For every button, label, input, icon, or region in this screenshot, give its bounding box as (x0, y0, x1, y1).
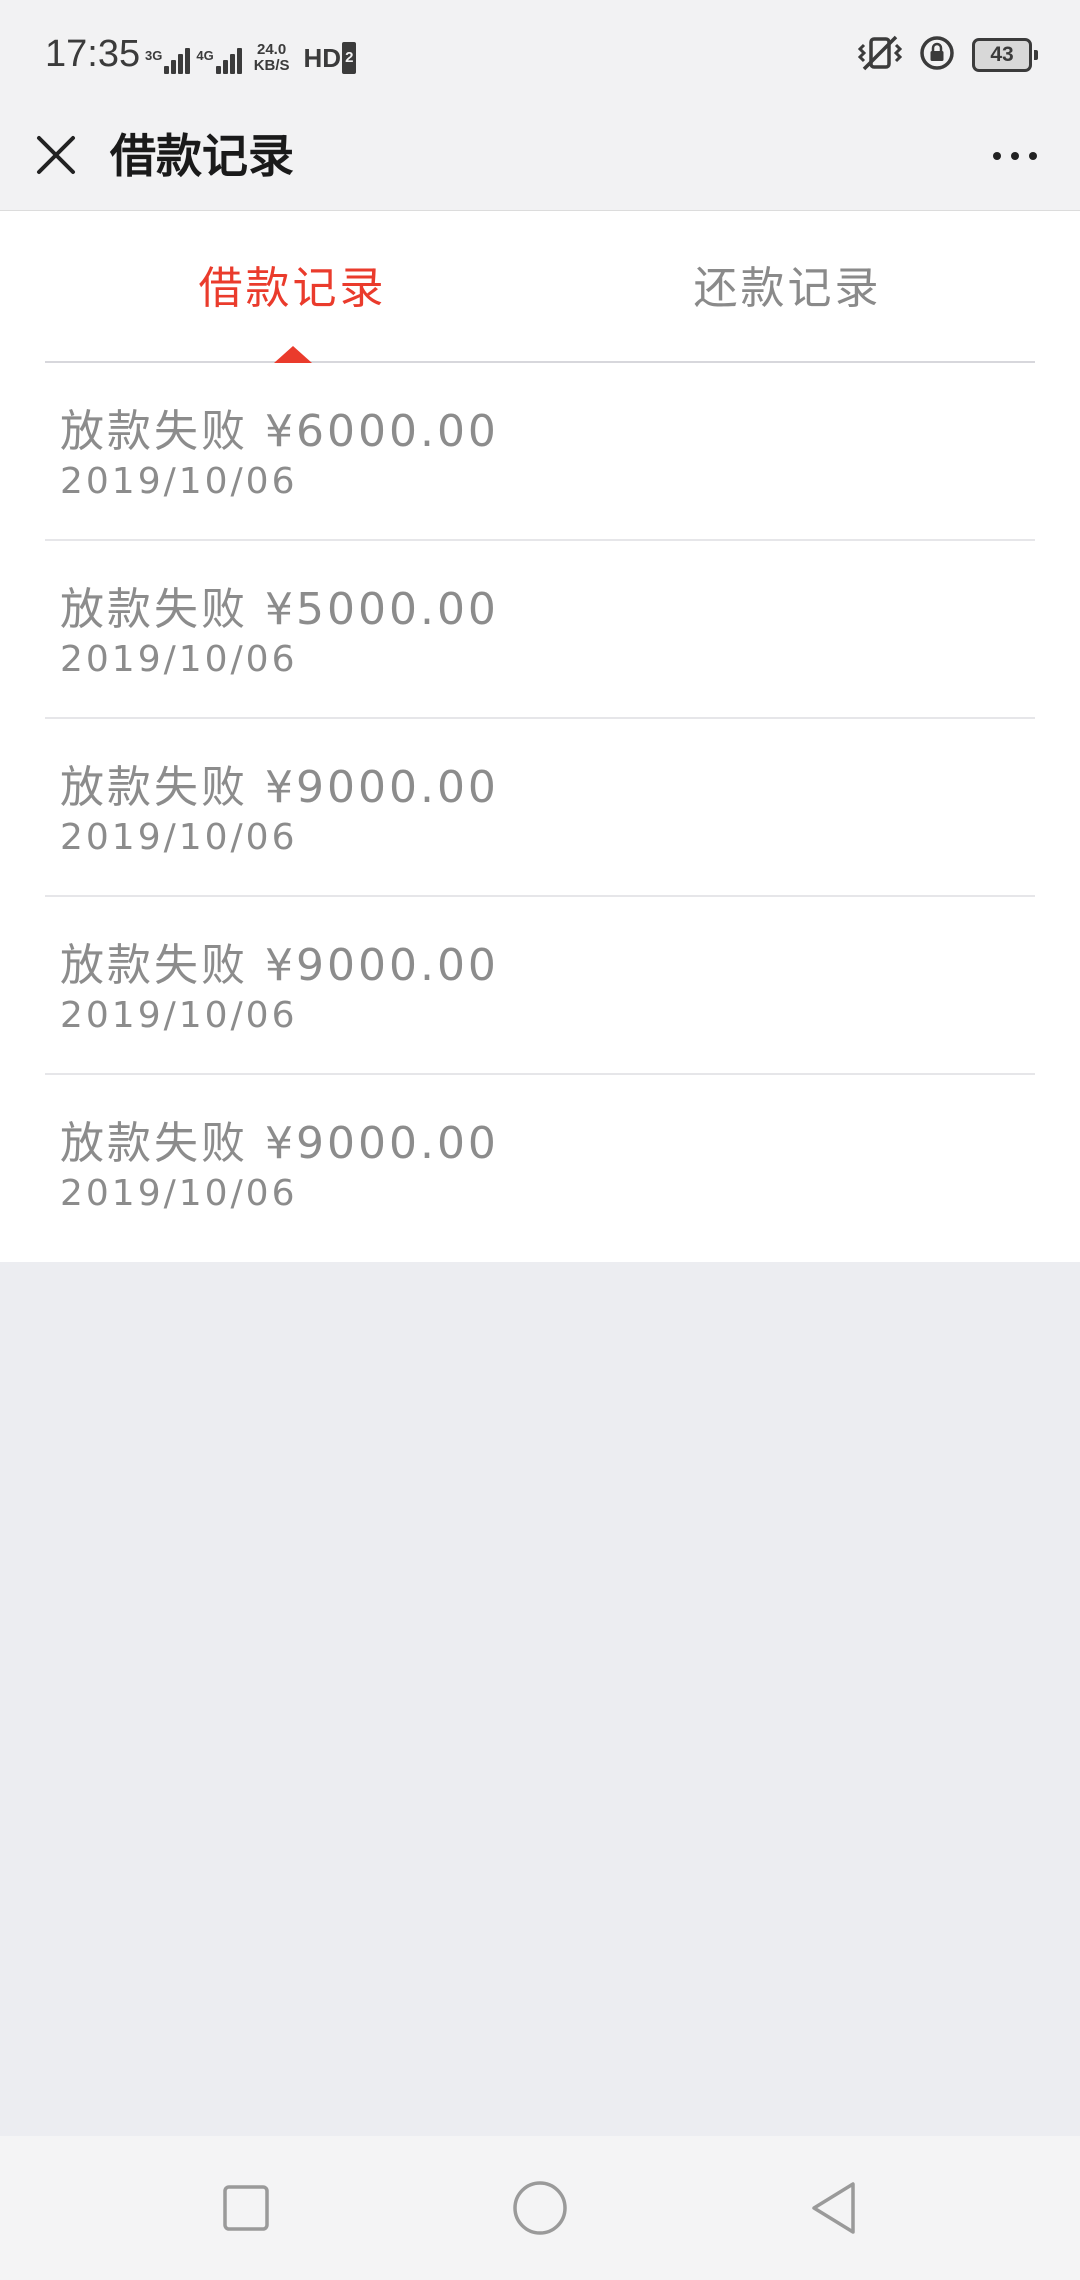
record-date: 2019/10/06 (60, 995, 298, 1036)
record-date: 2019/10/06 (60, 1173, 298, 1214)
back-button[interactable] (794, 2168, 874, 2248)
record-item[interactable]: 放款失败 ¥9000.00 2019/10/06 (45, 1075, 1035, 1253)
hd-voice-icon: HD 2 (304, 42, 357, 74)
triangle-back-icon (812, 2182, 855, 2234)
battery-icon: 43 (972, 38, 1038, 72)
close-icon (37, 136, 75, 174)
content-panel: 借款记录 还款记录 放款失败 ¥6000.00 2019/10/06 放款失败 … (0, 211, 1080, 1262)
tab-borrow-records[interactable]: 借款记录 (45, 211, 540, 363)
more-button[interactable] (980, 130, 1050, 182)
status-bar: 17:35 3G 4G 24.0 KB/S HD 2 43 (0, 0, 1080, 110)
record-list: 放款失败 ¥6000.00 2019/10/06 放款失败 ¥5000.00 2… (45, 363, 1035, 1253)
record-date: 2019/10/06 (60, 461, 298, 502)
recents-button[interactable] (206, 2168, 286, 2248)
record-title: 放款失败 ¥5000.00 (60, 584, 499, 635)
more-icon-dot (1029, 152, 1037, 160)
hd-sub-label: 2 (342, 42, 357, 74)
signal-4g-icon: 4G (196, 48, 242, 74)
status-time: 17:35 (45, 33, 141, 75)
tab-borrow-records-label: 借款记录 (198, 263, 387, 314)
tab-repay-records-label: 还款记录 (693, 263, 882, 314)
tab-bar: 借款记录 还款记录 (45, 211, 1035, 363)
home-button[interactable] (500, 2168, 580, 2248)
signal-3g-label: 3G (145, 48, 163, 63)
record-title: 放款失败 ¥6000.00 (60, 406, 499, 457)
signal-4g-label: 4G (196, 48, 214, 63)
record-date: 2019/10/06 (60, 639, 298, 680)
vibrate-mute-icon (857, 33, 903, 77)
record-item[interactable]: 放款失败 ¥9000.00 2019/10/06 (45, 897, 1035, 1075)
network-speed-value: 24.0 (257, 41, 287, 58)
square-icon (223, 2185, 269, 2231)
network-speed-unit: KB/S (253, 57, 290, 74)
tab-repay-records[interactable]: 还款记录 (540, 211, 1035, 361)
record-title: 放款失败 ¥9000.00 (60, 940, 499, 991)
system-nav-bar (0, 2136, 1080, 2280)
status-right-icons: 43 (857, 30, 1038, 80)
hd-label: HD (303, 43, 342, 73)
page-title: 借款记录 (110, 129, 294, 183)
circle-icon (513, 2181, 567, 2235)
close-button[interactable] (26, 125, 86, 185)
record-title: 放款失败 ¥9000.00 (60, 762, 499, 813)
status-left-icons: 3G 4G 24.0 KB/S HD 2 (145, 34, 357, 74)
signal-3g-icon: 3G (145, 48, 191, 74)
record-title: 放款失败 ¥9000.00 (60, 1118, 499, 1169)
record-item[interactable]: 放款失败 ¥5000.00 2019/10/06 (45, 541, 1035, 719)
more-icon-dot (1011, 152, 1019, 160)
network-speed: 24.0 KB/S (254, 42, 290, 74)
record-item[interactable]: 放款失败 ¥6000.00 2019/10/06 (45, 363, 1035, 541)
app-header: 借款记录 (0, 110, 1080, 211)
record-date: 2019/10/06 (60, 817, 298, 858)
record-item[interactable]: 放款失败 ¥9000.00 2019/10/06 (45, 719, 1035, 897)
rotation-lock-icon (918, 34, 956, 76)
more-icon-dot (993, 152, 1001, 160)
tab-active-indicator (273, 346, 312, 363)
